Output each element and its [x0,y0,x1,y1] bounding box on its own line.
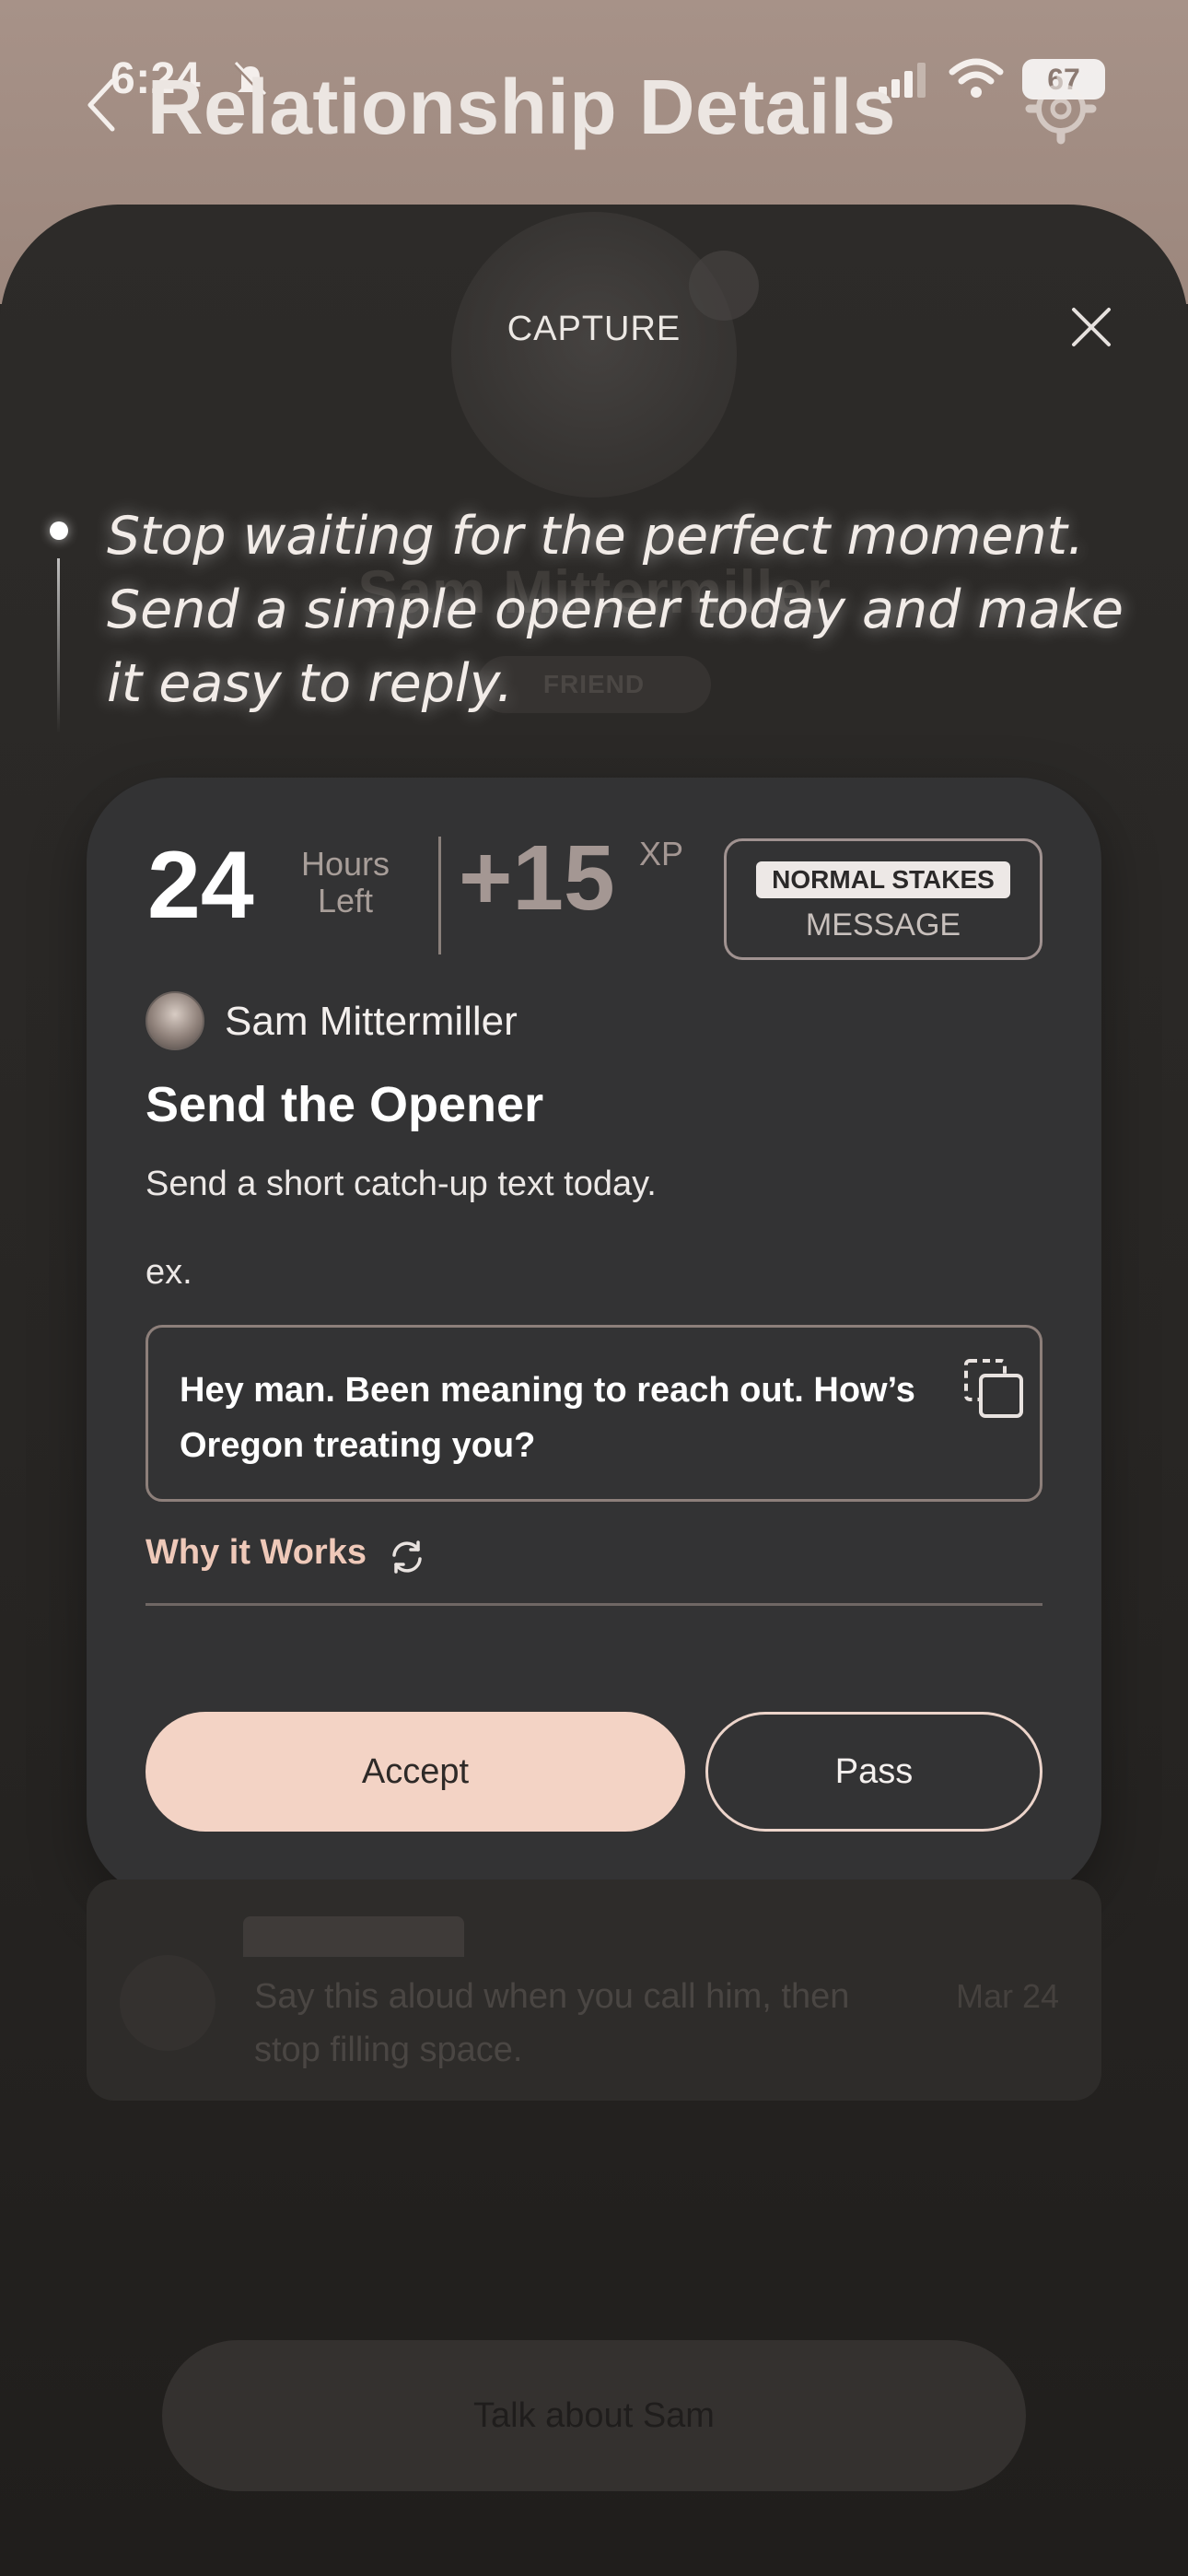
person-name: Sam Mittermiller [225,999,518,1044]
stakes-badge: NORMAL STAKES [756,861,1010,898]
example-message: Hey man. Been meaning to reach out. How’… [180,1371,915,1465]
refresh-icon[interactable] [387,1537,427,1577]
copy-icon[interactable] [962,1357,1025,1420]
example-label: ex. [146,1253,192,1292]
xp-value: +15 [459,826,615,930]
log-entry-tag [243,1916,464,1957]
hours-left-label: Hours Left [300,845,390,919]
hours-left-value: 24 [147,832,254,939]
note-icon [120,1955,215,2051]
quote-dot [50,521,68,540]
challenge-type: MESSAGE [805,907,961,943]
task-description: Send a short catch-up text today. [146,1165,657,1203]
chevron-left-icon[interactable] [85,77,118,133]
xp-unit: XP [639,835,684,872]
challenge-card: 24 Hours Left +15 XP NORMAL STAKES MESSA… [87,778,1101,1898]
close-icon[interactable] [1070,306,1112,348]
page-title: Relationship Details [147,64,896,150]
accept-button[interactable]: Accept [146,1712,685,1832]
person-avatar [146,991,204,1050]
why-it-works-link[interactable]: Why it Works [146,1533,367,1573]
log-entry-date: Mar 24 [956,1977,1060,2015]
stakes-box: NORMAL STAKES MESSAGE [724,838,1042,960]
capture-label: CAPTURE [507,310,681,348]
coach-quote: Stop waiting for the perfect moment. Sen… [107,506,1124,714]
stat-divider [438,837,441,954]
log-entry-note: Say this aloud when you call him, then s… [254,1977,850,2069]
example-message-box: Hey man. Been meaning to reach out. How’… [146,1325,1042,1502]
why-divider [146,1603,1042,1606]
talk-about-button: Talk about Sam [162,2340,1026,2491]
wifi-icon [949,58,1004,98]
quote-line [57,558,60,733]
pass-button[interactable]: Pass [705,1712,1042,1832]
gear-icon[interactable] [1024,72,1098,146]
profile-avatar [451,212,737,498]
task-title: Send the Opener [146,1077,544,1132]
